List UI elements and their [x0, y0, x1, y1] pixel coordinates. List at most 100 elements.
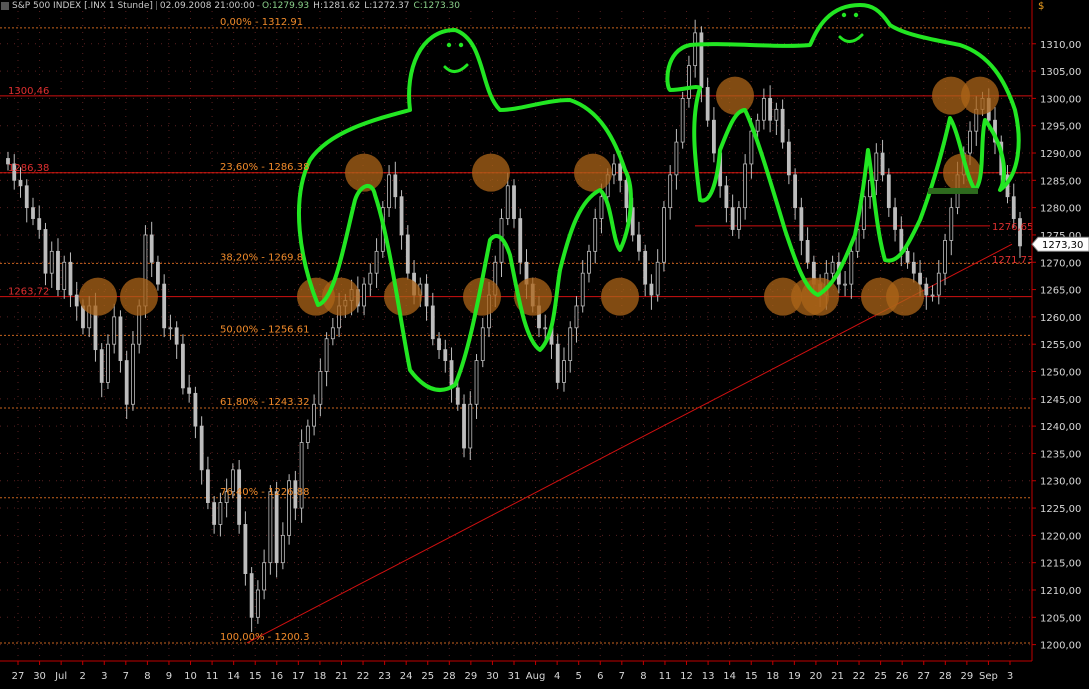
short-level-label: 1271,73: [992, 255, 1033, 266]
y-tick-label: 1255,00: [1040, 340, 1081, 351]
candle-body: [405, 234, 410, 274]
y-tick-label: 1245,00: [1040, 395, 1081, 406]
candle-body: [830, 261, 835, 274]
candle-body: [37, 218, 42, 230]
x-tick-label: 13: [702, 671, 715, 682]
y-tick-label: 1220,00: [1040, 531, 1081, 542]
y-tick-label: 1270,00: [1040, 258, 1081, 269]
candle-body: [574, 305, 579, 329]
x-tick-label: 29: [465, 671, 478, 682]
y-tick-label: 1300,00: [1040, 94, 1081, 105]
y-tick-label: 1240,00: [1040, 422, 1081, 433]
x-tick-label: 7: [123, 671, 129, 682]
candle-body: [99, 349, 104, 383]
ghost-doodle: [296, 28, 633, 392]
x-tick-label: 11: [206, 671, 219, 682]
candle-body: [193, 392, 198, 427]
x-tick-label: 7: [619, 671, 625, 682]
chart-window: S&P 500 INDEX [.INX 1 Stunde] | 02.09.20…: [0, 0, 1089, 689]
candle-body: [249, 573, 254, 618]
short-level-label: 1276,65: [992, 222, 1033, 233]
candle-body: [624, 179, 629, 209]
candle-body: [174, 327, 179, 345]
candle-body: [680, 97, 685, 143]
ghost-doodle: [665, 3, 1021, 297]
candle-body: [724, 185, 729, 209]
candle-body: [843, 283, 847, 286]
candle-body: [918, 272, 922, 285]
candle-body: [118, 316, 123, 361]
candle-body: [455, 387, 460, 405]
candle-body: [437, 338, 441, 351]
candle-body: [543, 327, 548, 330]
x-tick-label: 5: [576, 671, 582, 682]
fib-level-label: 0,00% - 1312.91: [220, 17, 303, 28]
candle-body: [449, 360, 454, 389]
x-tick-label: 22: [357, 671, 370, 682]
candle-body: [705, 87, 710, 121]
touch-circle: [886, 277, 924, 316]
y-tick-label: 1225,00: [1040, 504, 1081, 515]
resistance-label: 1263,72: [8, 287, 49, 298]
candle-body: [755, 119, 760, 132]
x-tick-label: 25: [874, 671, 887, 682]
candle-body: [1011, 196, 1016, 219]
touch-circle: [716, 76, 754, 115]
x-tick-label: 15: [249, 671, 262, 682]
candle-body: [905, 250, 910, 263]
fib-level-label: 50,00% - 1256.61: [220, 324, 309, 335]
candle-body: [462, 403, 466, 449]
candle-body: [480, 327, 485, 361]
candle-body: [24, 185, 29, 209]
candle-body: [668, 174, 673, 209]
candle-body: [181, 343, 185, 389]
x-tick-label: 30: [486, 671, 499, 682]
candle-body: [199, 425, 204, 471]
x-tick-label: 14: [723, 671, 736, 682]
candle-body: [568, 327, 573, 361]
y-tick-label: 1250,00: [1040, 368, 1081, 379]
candle-body: [743, 163, 748, 209]
candle-body: [924, 283, 929, 296]
touch-circle: [472, 153, 510, 192]
candle-body: [786, 141, 791, 176]
x-tick-label: 24: [400, 671, 413, 682]
candle-body: [393, 174, 398, 198]
candle-body: [112, 316, 117, 345]
currency-label: $: [1038, 1, 1044, 12]
candle-body: [268, 491, 273, 564]
candle-body: [793, 174, 798, 209]
candle-body: [587, 250, 591, 274]
candle-body: [562, 360, 566, 383]
y-tick-label: 1205,00: [1040, 613, 1081, 624]
candle-body: [580, 272, 585, 307]
candle-body: [768, 97, 773, 121]
candle-body: [330, 327, 335, 340]
y-tick-label: 1210,00: [1040, 586, 1081, 597]
candle-body: [893, 207, 897, 230]
x-tick-label: 29: [961, 671, 974, 682]
candle-body: [730, 207, 735, 230]
candle-body: [387, 174, 391, 209]
x-tick-label: 2: [80, 671, 86, 682]
candle-body: [131, 343, 135, 405]
touch-circle: [120, 277, 158, 316]
fib-level-label: 76,40% - 1226.88: [220, 487, 309, 498]
doodle-eye: [458, 42, 464, 48]
candle-body: [899, 229, 904, 252]
doodle-eye: [841, 12, 847, 18]
candle-body: [693, 32, 698, 67]
x-tick-label: 15: [745, 671, 758, 682]
candle-body: [780, 108, 785, 143]
x-tick-label: 27: [12, 671, 25, 682]
y-tick-label: 1280,00: [1040, 204, 1081, 215]
resistance-label: 1286,38: [8, 163, 49, 174]
candle-body: [612, 163, 616, 176]
candle-body: [255, 589, 260, 618]
candle-body: [674, 141, 679, 176]
y-tick-label: 1200,00: [1040, 641, 1081, 652]
candle-body: [505, 185, 510, 219]
candle-body: [474, 360, 479, 405]
fib-level-label: 38,20% - 1269.8: [220, 252, 303, 263]
x-tick-label: 9: [166, 671, 172, 682]
